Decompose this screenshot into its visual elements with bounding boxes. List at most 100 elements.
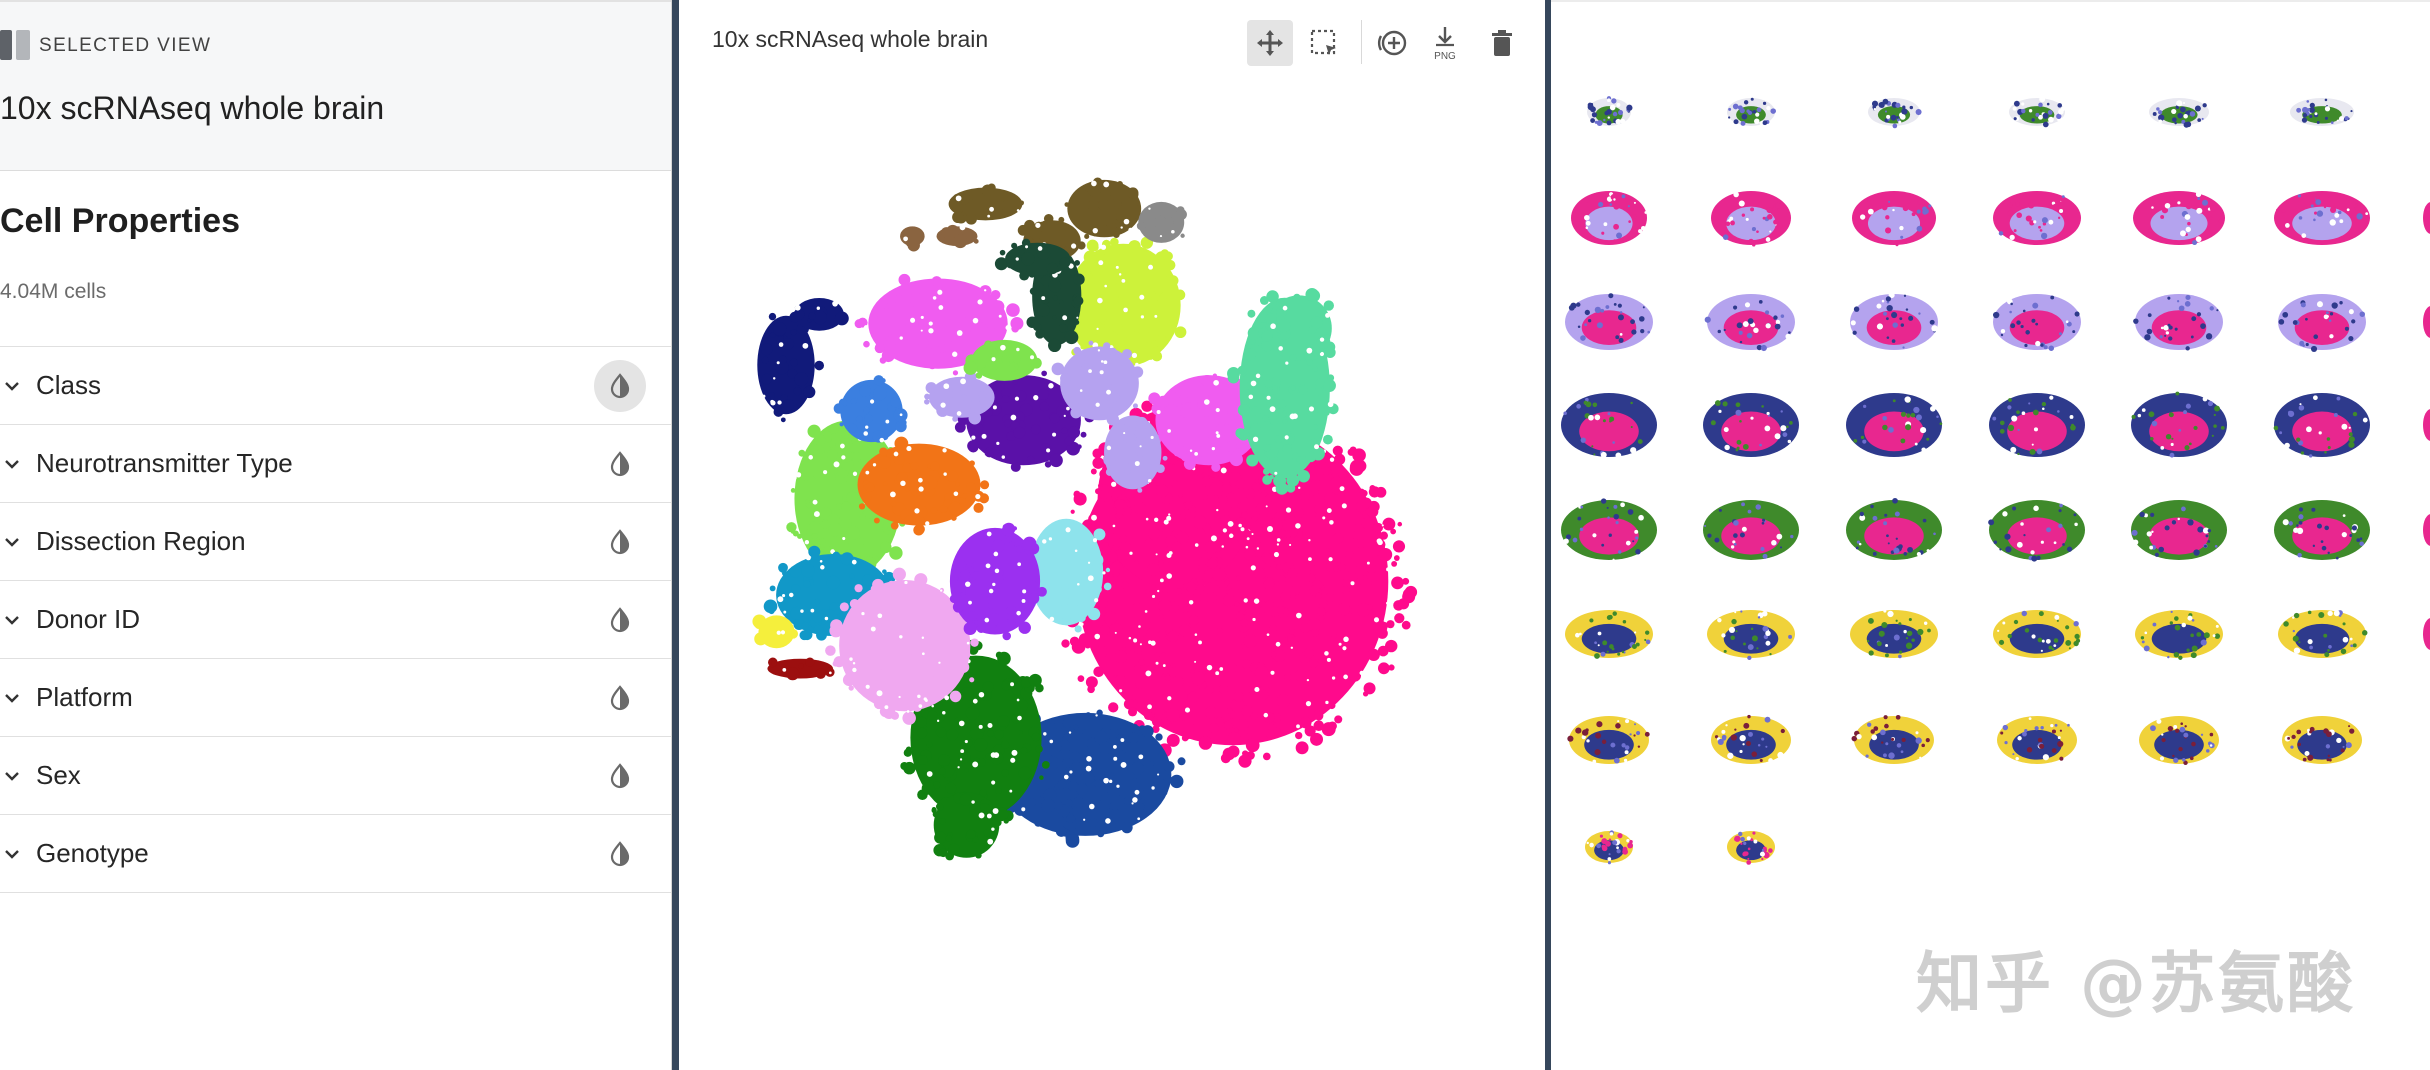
umap-cluster[interactable] xyxy=(900,226,925,252)
brain-slice-thumbnail[interactable] xyxy=(1587,96,1633,126)
brain-slice-thumbnail[interactable] xyxy=(2282,716,2362,764)
color-by-button[interactable] xyxy=(594,438,646,490)
brain-slice-thumbnail[interactable] xyxy=(1988,500,2085,562)
png-label: PNG xyxy=(1434,51,1456,61)
property-row-neurotransmitter-type[interactable]: Neurotransmitter Type xyxy=(0,425,671,503)
contrast-icon xyxy=(610,685,630,711)
brain-slice-thumbnail[interactable] xyxy=(1850,609,1938,659)
brain-slice-thumbnail[interactable] xyxy=(1727,831,1775,865)
brain-slice-thumbnail[interactable] xyxy=(1561,498,1657,561)
chevron-down-icon[interactable] xyxy=(2,532,22,552)
brain-slice-thumbnail[interactable] xyxy=(2273,393,2370,458)
property-row-genotype[interactable]: Genotype xyxy=(0,815,671,893)
color-by-button[interactable] xyxy=(594,516,646,568)
brain-slice-thumbnail[interactable] xyxy=(2133,191,2225,246)
spatial-slides-panel[interactable]: 知乎 @苏氨酸 xyxy=(1551,0,2430,1070)
brain-slice-thumbnail[interactable] xyxy=(1993,191,2081,245)
brain-slice-thumbnail[interactable] xyxy=(2278,294,2366,353)
delete-view-button[interactable] xyxy=(1479,20,1525,66)
umap-panel[interactable]: 10x scRNAseq whole brain PNG xyxy=(679,0,1545,1070)
pan-icon xyxy=(1257,30,1283,56)
color-by-button[interactable] xyxy=(594,750,646,802)
brain-slice-thumbnail[interactable] xyxy=(2423,202,2430,234)
watermark: 知乎 @苏氨酸 xyxy=(1916,945,2356,1022)
panel-divider[interactable] xyxy=(672,0,679,1070)
brain-slice-thumbnail[interactable] xyxy=(1704,294,1795,352)
property-row-platform[interactable]: Platform xyxy=(0,659,671,737)
brain-slice-thumbnail[interactable] xyxy=(2423,306,2430,338)
umap-cluster[interactable] xyxy=(948,183,1024,225)
umap-cluster[interactable] xyxy=(1136,201,1187,243)
brain-slice-thumbnail[interactable] xyxy=(2139,716,2219,765)
view-toolbar: PNG xyxy=(1247,16,1537,66)
brain-slice-thumbnail[interactable] xyxy=(2131,500,2227,560)
brain-slice-thumbnail[interactable] xyxy=(1992,294,2081,351)
brain-slice-thumbnail[interactable] xyxy=(1565,610,1653,659)
box-select-button[interactable] xyxy=(1301,20,1347,66)
brain-slice-thumbnail[interactable] xyxy=(1711,191,1791,247)
color-by-button[interactable] xyxy=(594,672,646,724)
brain-slice-thumbnail[interactable] xyxy=(2135,610,2223,660)
brain-slice-thumbnail[interactable] xyxy=(1567,716,1650,764)
property-row-dissection-region[interactable]: Dissection Region xyxy=(0,503,671,581)
contrast-icon xyxy=(610,373,630,399)
brain-slice-thumbnail[interactable] xyxy=(1989,393,2085,457)
chevron-down-icon[interactable] xyxy=(2,454,22,474)
add-view-icon xyxy=(1378,30,1407,56)
pan-button[interactable] xyxy=(1247,20,1293,66)
add-view-button[interactable] xyxy=(1370,20,1416,66)
property-label: Neurotransmitter Type xyxy=(36,448,293,478)
contrast-icon xyxy=(610,841,630,867)
cell-count: 4.04M cells xyxy=(0,280,107,303)
chevron-down-icon[interactable] xyxy=(2,766,22,786)
property-row-sex[interactable]: Sex xyxy=(0,737,671,815)
brain-slice-thumbnail[interactable] xyxy=(1846,393,1943,457)
chevron-down-icon[interactable] xyxy=(2,844,22,864)
brain-slice-thumbnail[interactable] xyxy=(1711,714,1791,764)
brain-slice-thumbnail[interactable] xyxy=(2274,191,2370,245)
chevron-down-icon[interactable] xyxy=(2,688,22,708)
brain-slice-thumbnail[interactable] xyxy=(1997,716,2077,764)
brain-slice-thumbnail[interactable] xyxy=(1868,98,1922,129)
brain-slice-thumbnail[interactable] xyxy=(2149,98,2209,128)
property-row-donor-id[interactable]: Donor ID xyxy=(0,581,671,659)
brain-slice-thumbnail[interactable] xyxy=(2009,96,2066,128)
chevron-down-icon[interactable] xyxy=(2,610,22,630)
chevron-down-icon[interactable] xyxy=(2,376,22,396)
brain-slice-thumbnail[interactable] xyxy=(1565,293,1653,350)
brain-slice-thumbnail[interactable] xyxy=(1561,393,1657,459)
brain-slice-thumbnail[interactable] xyxy=(1846,497,1942,560)
download-png-button[interactable]: PNG xyxy=(1422,20,1468,66)
brain-slice-thumbnail[interactable] xyxy=(1727,97,1776,126)
brain-slice-thumbnail[interactable] xyxy=(2423,514,2430,546)
umap-cluster[interactable] xyxy=(767,657,835,681)
color-by-button[interactable] xyxy=(594,360,646,412)
brain-slice-thumbnail[interactable] xyxy=(1703,500,1799,560)
brain-slice-thumbnail[interactable] xyxy=(1993,610,2081,658)
property-label: Platform xyxy=(36,682,133,712)
brain-slice-thumbnail[interactable] xyxy=(1703,393,1799,457)
property-row-class[interactable]: Class xyxy=(0,347,671,425)
brain-slice-thumbnail[interactable] xyxy=(2131,391,2227,458)
color-by-button[interactable] xyxy=(594,828,646,880)
property-label: Class xyxy=(36,370,102,400)
brain-slice-thumbnail[interactable] xyxy=(2423,409,2430,441)
brain-slice-thumbnail[interactable] xyxy=(2290,98,2354,126)
brain-slice-thumbnail[interactable] xyxy=(2423,618,2430,650)
brain-slice-thumbnail[interactable] xyxy=(2278,610,2368,658)
umap-scatter[interactable] xyxy=(679,0,1545,1070)
brain-slice-thumbnail[interactable] xyxy=(2133,294,2223,351)
brain-slice-thumbnail[interactable] xyxy=(1707,610,1795,661)
umap-cluster[interactable] xyxy=(936,224,979,249)
download-png-icon: PNG xyxy=(1434,27,1456,61)
property-label: Sex xyxy=(36,760,81,790)
brain-slice-thumbnail[interactable] xyxy=(2274,500,2370,560)
brain-slice-thumbnail[interactable] xyxy=(1571,191,1648,245)
brain-slice-thumbnail[interactable] xyxy=(1585,830,1634,865)
split-view-icon xyxy=(0,30,30,60)
brain-slice-thumbnail[interactable] xyxy=(1852,191,1936,247)
brain-slice-thumbnail[interactable] xyxy=(1850,292,1938,350)
brain-slice-thumbnail[interactable] xyxy=(1851,714,1934,764)
color-by-button[interactable] xyxy=(594,594,646,646)
slide-grid[interactable] xyxy=(1551,2,2430,1070)
